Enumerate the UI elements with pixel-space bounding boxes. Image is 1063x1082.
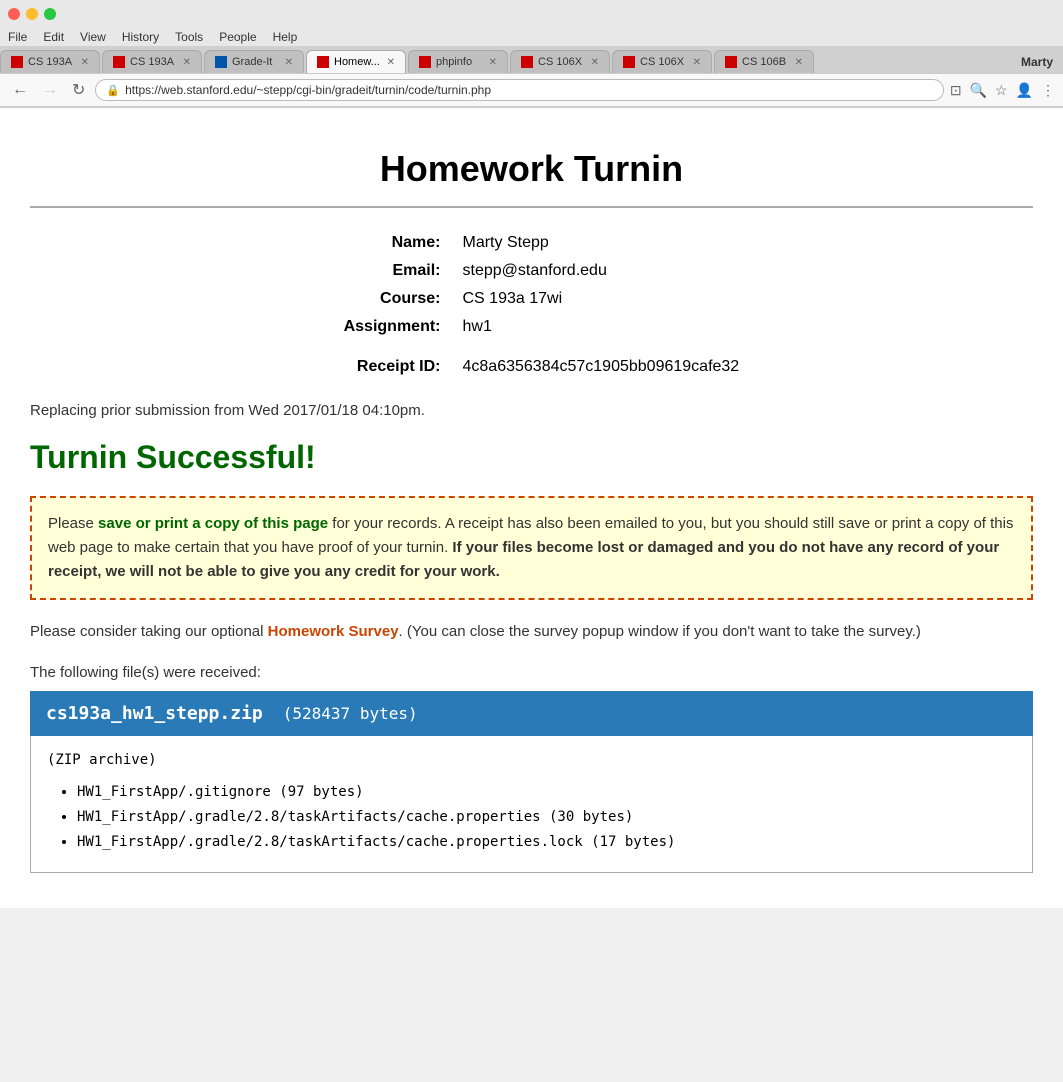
browser-chrome: File Edit View History Tools People Help…: [0, 0, 1063, 108]
tab-0[interactable]: CS 193A ✕: [0, 50, 100, 73]
tab-label-7: CS 106B: [742, 56, 786, 68]
tab-2[interactable]: Grade-It ✕: [204, 50, 304, 73]
tab-4[interactable]: phpinfo ✕: [408, 50, 508, 73]
tab-label-1: CS 193A: [130, 56, 174, 68]
tab-favicon-5: [521, 56, 533, 68]
receipt-label: Receipt ID:: [311, 342, 451, 380]
tab-favicon-6: [623, 56, 635, 68]
tab-close-7[interactable]: ✕: [795, 57, 803, 68]
tab-favicon-0: [11, 56, 23, 68]
files-heading: The following file(s) were received:: [30, 664, 1033, 681]
file-container: cs193a_hw1_stepp.zip (528437 bytes) (ZIP…: [30, 691, 1033, 873]
save-print-link[interactable]: save or print a copy of this page: [98, 515, 328, 532]
profile-icon[interactable]: 👤: [1016, 82, 1033, 99]
tab-label-6: CS 106X: [640, 56, 684, 68]
file-size: (528437 bytes): [283, 704, 418, 723]
window-controls: [8, 8, 56, 20]
email-label: Email:: [311, 258, 451, 284]
user-profile[interactable]: Marty: [1011, 51, 1063, 73]
tab-label-2: Grade-It: [232, 56, 272, 68]
bookmark-icon[interactable]: ☆: [995, 82, 1008, 99]
tab-favicon-3: [317, 56, 329, 68]
tab-5[interactable]: CS 106X ✕: [510, 50, 610, 73]
url-bar[interactable]: 🔒 https://web.stanford.edu/~stepp/cgi-bi…: [95, 79, 943, 101]
search-icon[interactable]: 🔍: [970, 82, 987, 99]
name-label: Name:: [311, 230, 451, 256]
success-title: Turnin Successful!: [30, 439, 1033, 476]
menu-bar: File Edit View History Tools People Help: [0, 28, 1063, 46]
tab-close-4[interactable]: ✕: [489, 57, 497, 68]
info-table: Name: Marty Stepp Email: stepp@stanford.…: [309, 228, 755, 382]
tab-1[interactable]: CS 193A ✕: [102, 50, 202, 73]
receipt-row: Receipt ID: 4c8a6356384c57c1905bb09619ca…: [311, 342, 753, 380]
menu-icon[interactable]: ⋮: [1041, 82, 1055, 99]
address-bar: ← → ↻ 🔒 https://web.stanford.edu/~stepp/…: [0, 73, 1063, 107]
lock-icon: 🔒: [106, 84, 120, 97]
back-button[interactable]: ←: [8, 79, 32, 101]
assignment-label: Assignment:: [311, 314, 451, 340]
assignment-value: hw1: [453, 314, 753, 340]
maximize-button[interactable]: [44, 8, 56, 20]
list-item: HW1_FirstApp/.gradle/2.8/taskArtifacts/c…: [77, 830, 1016, 855]
list-item: HW1_FirstApp/.gitignore (97 bytes): [77, 780, 1016, 805]
assignment-row: Assignment: hw1: [311, 314, 753, 340]
file-body: (ZIP archive) HW1_FirstApp/.gitignore (9…: [30, 736, 1033, 873]
receipt-value: 4c8a6356384c57c1905bb09619cafe32: [453, 342, 753, 380]
forward-button[interactable]: →: [38, 79, 62, 101]
email-row: Email: stepp@stanford.edu: [311, 258, 753, 284]
tab-close-1[interactable]: ✕: [183, 57, 191, 68]
tab-close-3[interactable]: ✕: [387, 57, 395, 68]
tab-favicon-7: [725, 56, 737, 68]
tab-7[interactable]: CS 106B ✕: [714, 50, 814, 73]
title-bar: [0, 0, 1063, 28]
tab-favicon-4: [419, 56, 431, 68]
warning-box: Please save or print a copy of this page…: [30, 496, 1033, 600]
email-value: stepp@stanford.edu: [453, 258, 753, 284]
tab-6[interactable]: CS 106X ✕: [612, 50, 712, 73]
tab-favicon-1: [113, 56, 125, 68]
tab-3[interactable]: Homew... ✕: [306, 50, 406, 73]
file-type: (ZIP archive): [47, 752, 1016, 768]
page-title: Homework Turnin: [30, 128, 1033, 208]
file-list: HW1_FirstApp/.gitignore (97 bytes) HW1_F…: [47, 780, 1016, 856]
refresh-button[interactable]: ↻: [68, 78, 89, 102]
name-row: Name: Marty Stepp: [311, 230, 753, 256]
close-button[interactable]: [8, 8, 20, 20]
url-text: https://web.stanford.edu/~stepp/cgi-bin/…: [125, 83, 491, 97]
tab-close-6[interactable]: ✕: [693, 57, 701, 68]
toolbar-icons: ⊡ 🔍 ☆ 👤 ⋮: [950, 82, 1055, 99]
screen-icon[interactable]: ⊡: [950, 82, 962, 99]
course-row: Course: CS 193a 17wi: [311, 286, 753, 312]
warning-part1: Please: [48, 515, 98, 532]
survey-suffix: . (You can close the survey popup window…: [399, 623, 921, 640]
name-value: Marty Stepp: [453, 230, 753, 256]
survey-text: Please consider taking our optional Home…: [30, 620, 1033, 644]
homework-survey-link[interactable]: Homework Survey: [268, 623, 399, 640]
tab-close-0[interactable]: ✕: [81, 57, 89, 68]
list-item: HW1_FirstApp/.gradle/2.8/taskArtifacts/c…: [77, 805, 1016, 830]
tabs-bar: CS 193A ✕ CS 193A ✕ Grade-It ✕ Homew... …: [0, 46, 1063, 73]
file-name: cs193a_hw1_stepp.zip: [46, 703, 263, 724]
menu-help[interactable]: Help: [273, 30, 298, 44]
tab-favicon-2: [215, 56, 227, 68]
tab-close-2[interactable]: ✕: [285, 57, 293, 68]
menu-file[interactable]: File: [8, 30, 27, 44]
menu-edit[interactable]: Edit: [43, 30, 64, 44]
tab-close-5[interactable]: ✕: [591, 57, 599, 68]
tab-label-4: phpinfo: [436, 56, 472, 68]
menu-tools[interactable]: Tools: [175, 30, 203, 44]
tab-label-0: CS 193A: [28, 56, 72, 68]
tab-label-3: Homew...: [334, 56, 380, 68]
menu-history[interactable]: History: [122, 30, 159, 44]
minimize-button[interactable]: [26, 8, 38, 20]
course-value: CS 193a 17wi: [453, 286, 753, 312]
replacing-text: Replacing prior submission from Wed 2017…: [30, 402, 1033, 419]
survey-prefix: Please consider taking our optional: [30, 623, 268, 640]
tab-label-5: CS 106X: [538, 56, 582, 68]
file-header: cs193a_hw1_stepp.zip (528437 bytes): [30, 691, 1033, 736]
course-label: Course:: [311, 286, 451, 312]
menu-people[interactable]: People: [219, 30, 256, 44]
page-content: Homework Turnin Name: Marty Stepp Email:…: [0, 108, 1063, 908]
menu-view[interactable]: View: [80, 30, 106, 44]
